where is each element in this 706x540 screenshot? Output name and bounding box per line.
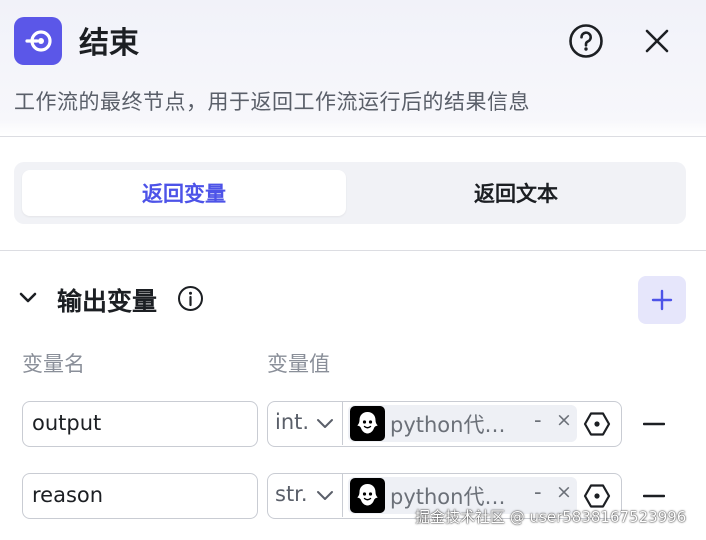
tab-return-variables[interactable]: 返回变量 (22, 170, 346, 216)
remove-row-button[interactable] (643, 422, 665, 426)
clear-reference-icon[interactable]: × (556, 481, 572, 503)
help-icon[interactable] (568, 23, 604, 59)
variable-picker-icon[interactable] (583, 410, 611, 438)
column-label-name: 变量名 (22, 352, 85, 376)
end-node-icon (14, 17, 62, 65)
panel-background (0, 0, 706, 540)
reference-separator: - (534, 408, 542, 432)
add-variable-button[interactable] (638, 276, 686, 324)
variable-name-input[interactable]: reason (22, 473, 258, 519)
variable-name-input[interactable]: output (22, 401, 258, 447)
header-divider (0, 136, 706, 137)
plus-icon (651, 289, 673, 311)
python-node-avatar-icon (350, 406, 385, 441)
variable-reference-chip[interactable]: python代… - × (348, 405, 577, 442)
chevron-down-icon (317, 419, 333, 428)
type-label: int. (275, 410, 310, 434)
chevron-down-icon[interactable] (17, 288, 39, 308)
type-select[interactable]: str. (268, 474, 343, 517)
column-label-value: 变量值 (267, 352, 330, 376)
tabs-divider (0, 250, 706, 251)
section-title: 输出变量 (57, 287, 158, 316)
clear-reference-icon[interactable]: × (556, 409, 572, 431)
type-select[interactable]: int. (268, 402, 343, 445)
info-icon[interactable] (177, 285, 204, 312)
variable-value-field: int. python代… - × (267, 401, 622, 447)
node-title: 结束 (79, 26, 139, 61)
node-description: 工作流的最终节点，用于返回工作流运行后的结果信息 (14, 90, 530, 114)
return-mode-tabs: 返回变量 返回文本 (14, 162, 686, 224)
chevron-down-icon (317, 491, 333, 500)
reference-separator: - (534, 480, 542, 504)
reference-label: python代… (390, 413, 506, 437)
type-label: str. (275, 482, 308, 506)
remove-row-button[interactable] (643, 494, 665, 498)
watermark-text: 掘金技术社区 @ user5838167523996 (415, 508, 687, 526)
python-node-avatar-icon (350, 478, 385, 513)
tab-return-text[interactable]: 返回文本 (354, 170, 678, 216)
close-icon[interactable] (641, 25, 673, 57)
